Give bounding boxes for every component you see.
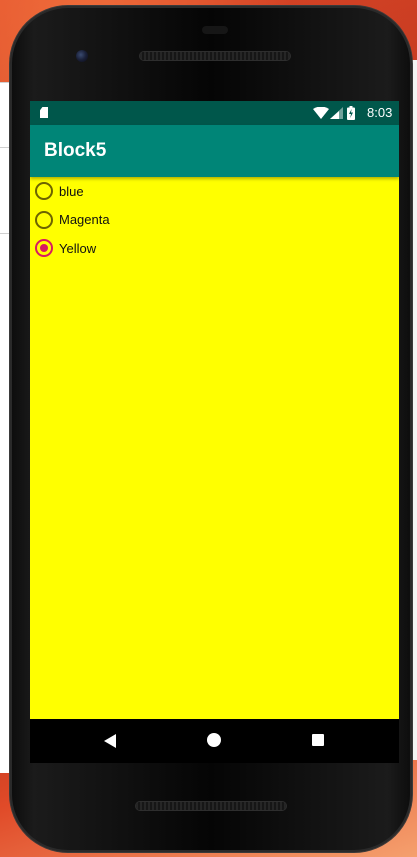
device-screen: 8:03 Block5 blue Magenta Yellow [30, 101, 399, 719]
app-bar: Block5 [30, 125, 399, 177]
radio-label[interactable]: blue [59, 184, 84, 199]
phone-frame: 8:03 Block5 blue Magenta Yellow [10, 6, 412, 852]
recents-icon[interactable] [312, 734, 324, 746]
radio-button-icon[interactable] [35, 210, 53, 229]
battery-charging-icon [347, 106, 355, 120]
color-radio-group: blue Magenta Yellow [30, 177, 399, 263]
radio-option-blue[interactable]: blue [30, 177, 399, 206]
sd-card-icon [40, 107, 48, 118]
status-bar: 8:03 [30, 101, 399, 125]
signal-icon [330, 107, 343, 119]
status-time: 8:03 [367, 105, 393, 120]
back-icon[interactable] [104, 734, 116, 748]
radio-button-checked-icon[interactable] [35, 239, 53, 258]
earpiece-speaker [140, 52, 290, 60]
radio-label[interactable]: Magenta [59, 212, 110, 227]
radio-option-magenta[interactable]: Magenta [30, 206, 399, 235]
radio-label[interactable]: Yellow [59, 241, 96, 256]
wifi-icon [313, 107, 329, 119]
navigation-bar [30, 719, 399, 763]
home-icon[interactable] [207, 733, 221, 747]
front-camera [76, 50, 88, 62]
app-title: Block5 [44, 140, 107, 161]
radio-option-yellow[interactable]: Yellow [30, 234, 399, 263]
bottom-speaker [136, 802, 286, 810]
proximity-sensor [202, 26, 228, 34]
radio-button-icon[interactable] [35, 182, 53, 201]
